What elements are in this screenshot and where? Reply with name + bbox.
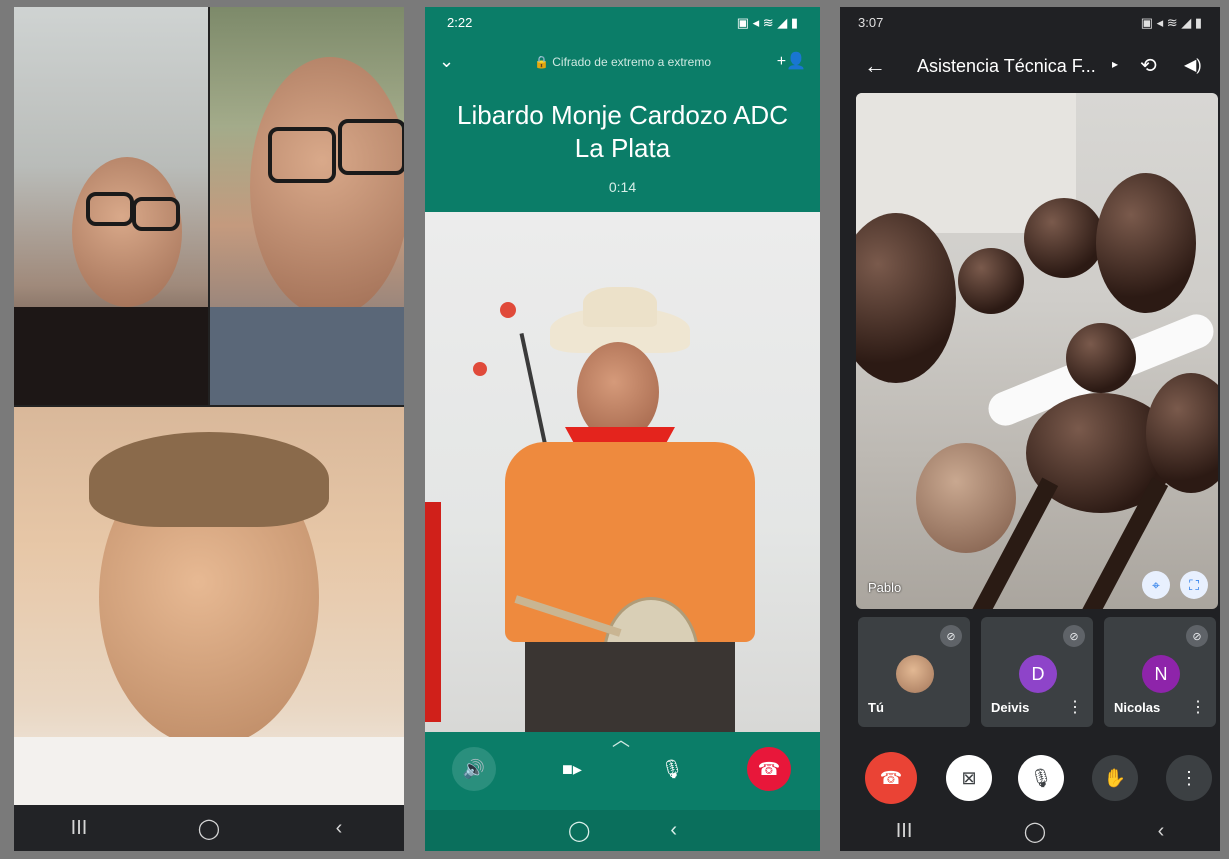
more-options-button[interactable]: ⋮	[1166, 755, 1212, 801]
coconut-shell	[916, 443, 1016, 553]
whatsapp-video-call-phone: 2:22 ▣ ◂ ≋ ◢ ▮ ⌄ 🔒 Cifrado de extremo a …	[425, 7, 820, 851]
end-call-button[interactable]: ☎	[747, 747, 791, 791]
participant-tile-woman[interactable]	[14, 7, 208, 405]
more-options-icon[interactable]: ⋮	[1190, 697, 1206, 717]
avatar: N	[1142, 655, 1180, 693]
home-button[interactable]: ◯	[568, 818, 590, 843]
encryption-notice: 🔒 Cifrado de extremo a extremo	[533, 55, 711, 69]
switch-camera-icon[interactable]: ⟲	[1140, 53, 1157, 78]
status-icons: ▣ ◂ ≋ ◢ ▮	[736, 15, 798, 30]
participant-tile-self[interactable]: ⊘ Tú	[858, 617, 970, 727]
participant-name: Nicolas	[1114, 700, 1161, 715]
camera-off-icon: ⊠	[961, 767, 977, 788]
chevron-up-icon[interactable]: ︿	[612, 726, 630, 752]
participant-shirt	[14, 737, 404, 805]
participant-name-label: Pablo	[868, 580, 902, 595]
hat-crown	[583, 287, 657, 327]
camera-off-button[interactable]: ⊠	[946, 755, 992, 801]
glasses-right	[338, 119, 404, 175]
home-button[interactable]: ◯	[1024, 819, 1046, 844]
google-meet-call-phone: 3:07 ▣ ◂ ≋ ◢ ▮ ← Asistencia Técnica F...…	[840, 7, 1220, 851]
participant-hair	[89, 432, 329, 527]
call-controls: ︿ 🔊 ■▸ 🎙 ☎	[425, 730, 820, 810]
group-video-call-phone: III ◯ ‹	[14, 7, 404, 851]
call-header: 2:22 ▣ ◂ ≋ ◢ ▮ ⌄ 🔒 Cifrado de extremo a …	[425, 7, 820, 212]
participant-tile-young-man[interactable]	[14, 407, 404, 805]
android-nav-bar: III ◯ ‹	[14, 805, 404, 851]
participant-name: Tú	[868, 700, 884, 715]
mic-off-icon: ⊘	[1186, 625, 1208, 647]
contact-name-line2: La Plata	[574, 133, 671, 163]
participant-face	[72, 157, 182, 307]
back-button[interactable]: ‹	[1158, 820, 1165, 843]
status-time: 2:22	[447, 15, 473, 30]
coconut-bowl	[958, 248, 1024, 314]
add-participant-icon[interactable]: +👤	[777, 51, 806, 71]
mute-button[interactable]: 🎙	[650, 747, 694, 791]
glasses-left	[268, 127, 336, 183]
more-options-icon[interactable]: ⋮	[1067, 697, 1083, 717]
caret-right-icon[interactable]: ▸	[1112, 57, 1118, 71]
video-camera-icon: ■▸	[562, 758, 582, 779]
participant-tile-man-glasses[interactable]	[210, 7, 404, 405]
trousers	[525, 642, 735, 732]
participant-tile-deivis[interactable]: ⊘ D Deivis ⋮	[981, 617, 1093, 727]
mic-off-icon: 🎙	[1029, 767, 1053, 788]
contact-name-line1: Libardo Monje Cardozo ADC	[457, 100, 788, 130]
participant-name: Deivis	[991, 700, 1030, 715]
remote-video-feed	[425, 212, 820, 732]
video-toggle-button[interactable]: ■▸	[550, 747, 594, 791]
flower-decoration	[473, 362, 487, 376]
mic-off-icon: ⊘	[1063, 625, 1085, 647]
speaker-icon[interactable]: ◀)	[1184, 55, 1202, 75]
coconut-cup	[1066, 323, 1136, 393]
back-button[interactable]: ‹	[670, 819, 677, 842]
contact-name: Libardo Monje Cardozo ADC La Plata	[435, 99, 810, 165]
avatar	[896, 655, 934, 693]
back-arrow-icon[interactable]: ←	[864, 53, 886, 79]
raise-hand-button[interactable]: ✋	[1092, 755, 1138, 801]
participant-face	[250, 57, 404, 317]
red-object-edge	[425, 502, 441, 722]
back-button[interactable]: ‹	[309, 817, 369, 840]
mic-off-icon: ⊘	[940, 625, 962, 647]
speaker-button[interactable]: 🔊	[452, 747, 496, 791]
status-bar: 2:22 ▣ ◂ ≋ ◢ ▮	[447, 15, 798, 31]
avatar: D	[1019, 655, 1057, 693]
mic-off-icon: 🎙	[660, 758, 684, 779]
participant-shirt	[210, 307, 404, 405]
phone-hangup-icon: ☎	[879, 767, 903, 788]
home-button[interactable]: ◯	[179, 816, 239, 841]
hand-icon: ✋	[1103, 767, 1127, 788]
flower-decoration	[500, 302, 516, 318]
main-video-feed: Pablo ⌖ ⛶	[856, 93, 1218, 609]
phone-hangup-icon: ☎	[757, 758, 781, 779]
mic-off-button[interactable]: 🎙	[1018, 755, 1064, 801]
meeting-title[interactable]: Asistencia Técnica F...	[917, 56, 1096, 77]
glasses-left	[86, 192, 134, 226]
recent-apps-button[interactable]: III	[896, 820, 913, 843]
speaker-icon: 🔊	[462, 758, 486, 779]
end-call-button[interactable]: ☎	[865, 752, 917, 804]
call-timer: 0:14	[608, 179, 637, 195]
android-nav-bar: ◯ ‹	[425, 810, 820, 851]
status-bar: 3:07 ▣ ◂ ≋ ◢ ▮	[858, 15, 1202, 31]
participant-shirt	[14, 307, 208, 405]
coconut-bowl	[856, 213, 956, 383]
glasses-right	[132, 197, 180, 231]
participant-tile-nicolas[interactable]: ⊘ N Nicolas ⋮	[1104, 617, 1216, 727]
android-nav-bar: III ◯ ‹	[840, 811, 1220, 851]
status-time: 3:07	[858, 15, 884, 30]
recent-apps-button[interactable]: III	[49, 817, 109, 840]
coconut-vase	[1096, 173, 1196, 313]
status-icons: ▣ ◂ ≋ ◢ ▮	[1140, 15, 1202, 30]
coconut-bowl	[1024, 198, 1104, 278]
fullscreen-icon[interactable]: ⛶	[1180, 571, 1208, 599]
pin-icon[interactable]: ⌖	[1142, 571, 1170, 599]
meeting-top-bar: ← Asistencia Técnica F... ▸ ⟲ ◀)	[840, 47, 1220, 87]
more-vert-icon: ⋮	[1180, 767, 1198, 788]
